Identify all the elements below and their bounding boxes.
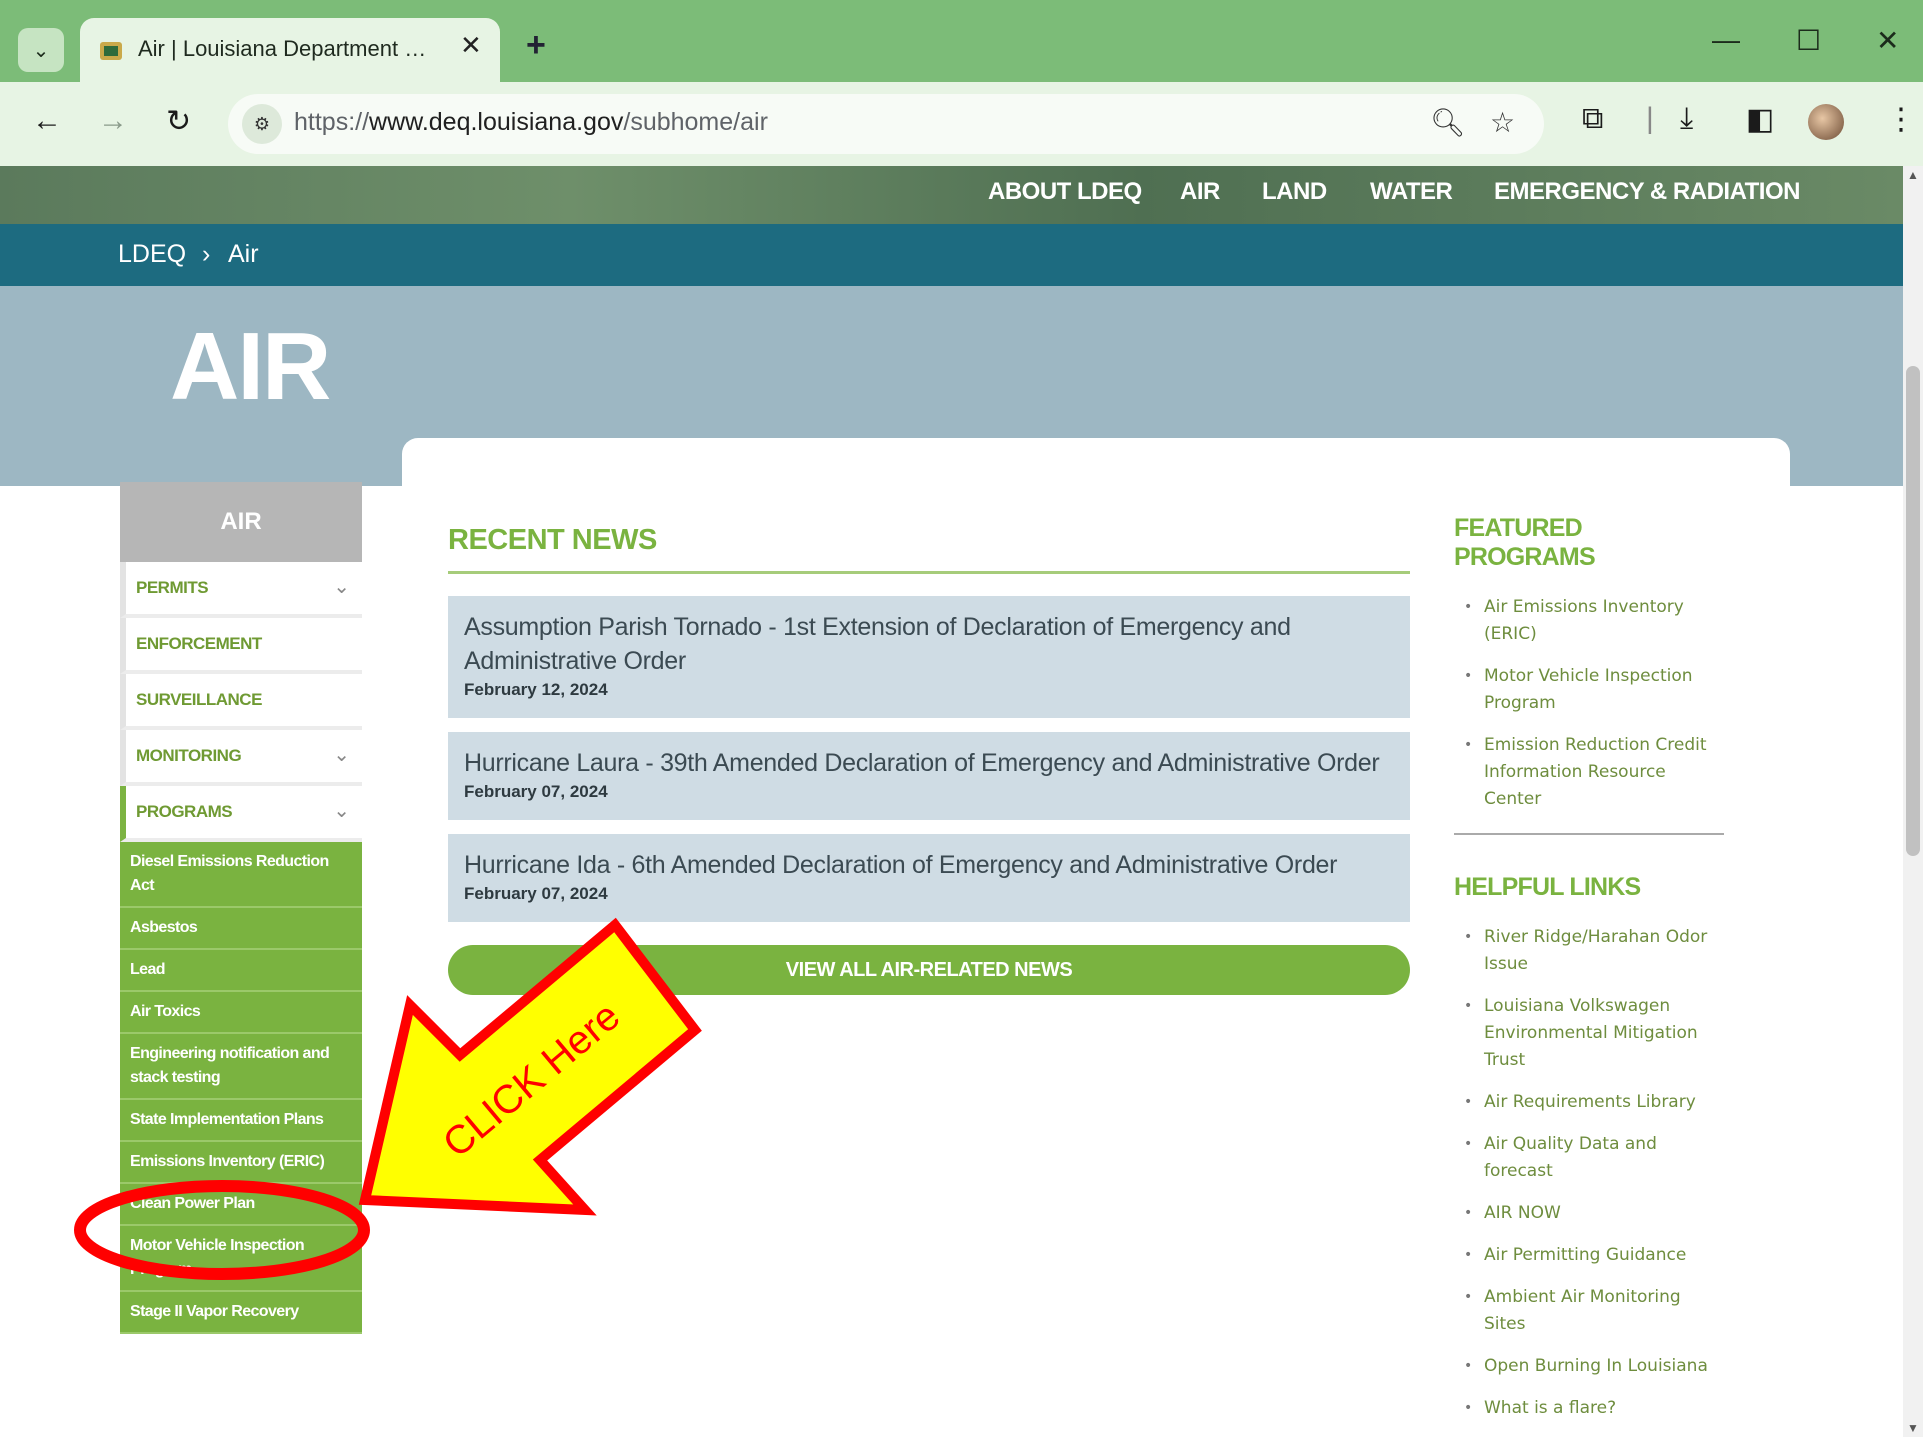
program-motor-vehicle-inspection[interactable]: Motor Vehicle Inspection Program (120, 1226, 362, 1292)
program-asbestos[interactable]: Asbestos (120, 908, 362, 950)
scroll-down-icon[interactable]: ▼ (1907, 1421, 1919, 1435)
featured-programs-heading: FEATURED PROGRAMS (1454, 514, 1596, 571)
back-icon[interactable]: ← (32, 104, 62, 138)
sidebar-item-surveillance[interactable]: SURVEILLANCE (120, 674, 362, 730)
nav-about-ldeq[interactable]: ABOUT LDEQ (988, 178, 1142, 206)
news-title[interactable]: Hurricane Ida - 6th Amended Declaration … (464, 848, 1394, 882)
helpful-link[interactable]: Open Burning In Louisiana (1454, 1353, 1724, 1380)
url-text[interactable]: https://www.deq.louisiana.gov/subhome/ai… (294, 108, 768, 137)
chevron-down-icon[interactable]: ⌄ (333, 742, 350, 767)
star-icon[interactable]: ☆ (1490, 106, 1515, 139)
chevron-down-icon[interactable]: ⌄ (333, 574, 350, 599)
favicon-icon (100, 42, 122, 60)
right-column: FEATURED PROGRAMS Air Emissions Inventor… (1454, 514, 1724, 1437)
chevron-down-icon: ⌄ (32, 39, 50, 62)
menu-icon[interactable]: ⋮ (1886, 102, 1916, 137)
maximize-icon[interactable]: ☐ (1796, 24, 1821, 57)
minimize-icon[interactable]: — (1712, 24, 1740, 56)
nav-emergency-radiation[interactable]: EMERGENCY & RADIATION (1494, 178, 1800, 206)
news-title[interactable]: Assumption Parish Tornado - 1st Extensio… (464, 610, 1394, 678)
news-date: February 12, 2024 (464, 680, 608, 699)
sidebar-item-permits[interactable]: PERMITS ⌄ (120, 562, 362, 618)
helpful-links-heading: HELPFUL LINKS (1454, 873, 1641, 901)
scroll-up-icon[interactable]: ▲ (1907, 168, 1919, 182)
helpful-link[interactable]: What is a flare? (1454, 1395, 1724, 1422)
extensions-icon[interactable]: ⧉ (1582, 102, 1603, 136)
sidepanel-icon[interactable]: ◧ (1746, 102, 1774, 137)
programs-submenu: Diesel Emissions Reduction Act Asbestos … (120, 842, 362, 1334)
nav-water[interactable]: WATER (1370, 178, 1453, 206)
program-stage-ii-vapor-recovery[interactable]: Stage II Vapor Recovery (120, 1292, 362, 1334)
web-page: ABOUT LDEQ AIR LAND WATER EMERGENCY & RA… (0, 166, 1903, 1437)
news-item[interactable]: Hurricane Ida - 6th Amended Declaration … (448, 834, 1410, 922)
program-clean-power-plan[interactable]: Clean Power Plan (120, 1184, 362, 1226)
page-scrollbar[interactable]: ▲ ▼ (1903, 166, 1923, 1437)
scrollbar-thumb[interactable] (1906, 366, 1920, 856)
close-icon[interactable]: ✕ (460, 30, 482, 61)
forward-icon[interactable]: → (98, 104, 128, 138)
helpful-link[interactable]: River Ridge/Harahan Odor Issue (1454, 924, 1724, 978)
helpful-links-list: River Ridge/Harahan Odor Issue Louisiana… (1454, 924, 1724, 1422)
browser-tab-strip: ⌄ Air | Louisiana Department of Environm… (0, 0, 1923, 82)
address-bar[interactable]: ⚙ https://www.deq.louisiana.gov/subhome/… (228, 94, 1544, 154)
helpful-link[interactable]: Louisiana Volkswagen Environmental Mitig… (1454, 993, 1724, 1074)
featured-link[interactable]: Emission Reduction Credit Information Re… (1454, 732, 1724, 813)
program-air-toxics[interactable]: Air Toxics (120, 992, 362, 1034)
helpful-link[interactable]: Ambient Air Monitoring Sites (1454, 1284, 1724, 1338)
close-window-icon[interactable]: ✕ (1876, 24, 1899, 57)
plus-icon[interactable]: + (526, 26, 546, 65)
chevron-down-icon[interactable]: ⌄ (333, 798, 350, 823)
program-lead[interactable]: Lead (120, 950, 362, 992)
site-info-icon[interactable]: ⚙ (242, 104, 282, 144)
recent-news-heading: RECENT NEWS (448, 524, 657, 556)
news-divider (448, 571, 1410, 574)
download-icon[interactable]: ⤓ (1680, 102, 1693, 136)
program-state-implementation-plans[interactable]: State Implementation Plans (120, 1100, 362, 1142)
sidebar: AIR PERMITS ⌄ ENFORCEMENT SURVEILLANCE M… (120, 482, 362, 1334)
helpful-link[interactable]: AIR NOW (1454, 1200, 1724, 1227)
breadcrumb: LDEQ › Air (0, 224, 1903, 286)
page-title: AIR (170, 313, 331, 420)
tab-search-button[interactable]: ⌄ (18, 28, 64, 72)
breadcrumb-current: Air (228, 240, 259, 268)
zoom-icon[interactable]: 🔍︎ (1430, 106, 1466, 139)
helpful-link[interactable]: Air Requirements Library (1454, 1089, 1724, 1116)
sidebar-item-enforcement[interactable]: ENFORCEMENT (120, 618, 362, 674)
sidebar-item-programs[interactable]: PROGRAMS ⌄ (120, 786, 362, 842)
featured-link[interactable]: Motor Vehicle Inspection Program (1454, 663, 1724, 717)
news-item[interactable]: Hurricane Laura - 39th Amended Declarati… (448, 732, 1410, 820)
section-divider (1454, 833, 1724, 835)
news-title[interactable]: Hurricane Laura - 39th Amended Declarati… (464, 746, 1394, 780)
featured-link[interactable]: Air Emissions Inventory (ERIC) (1454, 594, 1724, 648)
tab-title: Air | Louisiana Department of Environmen… (138, 36, 438, 61)
news-date: February 07, 2024 (464, 884, 608, 903)
toolbar-divider: | (1646, 102, 1654, 135)
news-date: February 07, 2024 (464, 782, 608, 801)
program-engineering-stack-testing[interactable]: Engineering notification and stack testi… (120, 1034, 362, 1100)
featured-programs-list: Air Emissions Inventory (ERIC) Motor Veh… (1454, 594, 1724, 813)
view-all-news-button[interactable]: VIEW ALL AIR-RELATED NEWS (448, 945, 1410, 995)
nav-air[interactable]: AIR (1180, 178, 1220, 206)
breadcrumb-separator: › (202, 240, 211, 268)
browser-toolbar: ← → ↻ ⚙ https://www.deq.louisiana.gov/su… (0, 82, 1923, 166)
news-item[interactable]: Assumption Parish Tornado - 1st Extensio… (448, 596, 1410, 718)
news-list: Assumption Parish Tornado - 1st Extensio… (448, 596, 1410, 936)
sidebar-title: AIR (120, 482, 362, 562)
browser-tab[interactable]: Air | Louisiana Department of Environmen… (80, 18, 500, 82)
site-top-nav: ABOUT LDEQ AIR LAND WATER EMERGENCY & RA… (0, 166, 1903, 224)
program-emissions-inventory-eric[interactable]: Emissions Inventory (ERIC) (120, 1142, 362, 1184)
reload-icon[interactable]: ↻ (166, 104, 191, 139)
breadcrumb-home[interactable]: LDEQ (118, 240, 186, 269)
sidebar-item-monitoring[interactable]: MONITORING ⌄ (120, 730, 362, 786)
program-diesel-emissions[interactable]: Diesel Emissions Reduction Act (120, 842, 362, 908)
helpful-link[interactable]: Air Quality Data and forecast (1454, 1131, 1724, 1185)
nav-land[interactable]: LAND (1262, 178, 1327, 206)
avatar[interactable] (1808, 104, 1844, 140)
helpful-link[interactable]: Air Permitting Guidance (1454, 1242, 1724, 1269)
